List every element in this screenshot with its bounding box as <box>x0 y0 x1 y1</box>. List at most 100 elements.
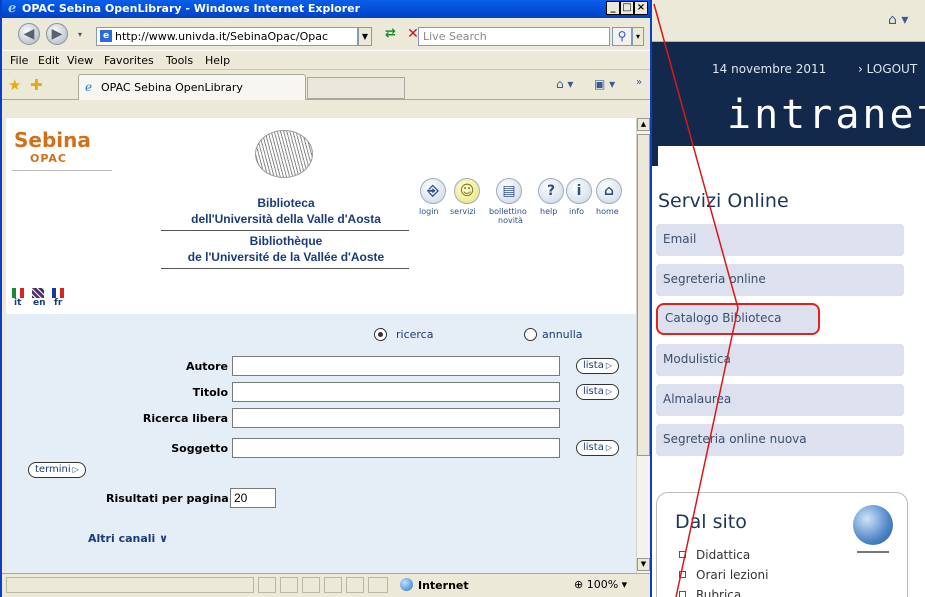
service-catalogo-biblioteca[interactable]: Catalogo Biblioteca <box>656 303 820 335</box>
history-dropdown-icon[interactable]: ▾ <box>78 30 82 39</box>
flag-fr-icon[interactable] <box>52 288 64 298</box>
soggetto-input[interactable] <box>232 438 560 458</box>
menu-bar: File Edit View Favorites Tools Help <box>2 50 650 70</box>
site-link-orari-lezioni[interactable]: Orari lezioni <box>679 565 768 585</box>
radio-ricerca[interactable] <box>374 328 387 341</box>
services-title: Servizi Online <box>658 190 789 212</box>
address-url: http://www.univda.it/SebinaOpac/Opac <box>115 30 329 43</box>
home-icon[interactable]: ⌂ ▾ <box>888 12 920 32</box>
info-icon[interactable]: i <box>566 178 592 204</box>
library-it-line2: dell'Università della Valle d'Aosta <box>191 212 381 226</box>
screen: ⌂ ▾ 14 novembre 2011 › LOGOUT intranet S… <box>0 0 925 597</box>
info-label[interactable]: info <box>569 207 584 216</box>
address-field[interactable]: e http://www.univda.it/SebinaOpac/Opac <box>96 27 358 46</box>
lang-it[interactable]: it <box>14 298 21 308</box>
help-icon[interactable]: ? <box>538 178 564 204</box>
autore-input[interactable] <box>232 356 560 376</box>
menu-help[interactable]: Help <box>205 54 230 67</box>
site-link-rubrica[interactable]: Rubrica <box>679 585 768 597</box>
status-text-pane <box>6 577 254 593</box>
risultati-input[interactable] <box>230 488 276 508</box>
status-pane <box>280 577 298 593</box>
home-nav-icon[interactable]: ⌂ <box>596 178 622 204</box>
lang-fr[interactable]: fr <box>54 298 62 308</box>
altri-canali-link[interactable]: Altri canali ∨ <box>88 532 168 545</box>
logout-link[interactable]: › LOGOUT <box>858 62 917 76</box>
lang-en[interactable]: en <box>33 298 46 308</box>
dal-sito-box: Dal sito Didattica Orari lezioni Rubrica <box>656 492 908 597</box>
banner-date: 14 novembre 2011 <box>712 62 827 76</box>
search-dropdown-icon[interactable]: ▾ <box>632 27 644 46</box>
titolo-input[interactable] <box>232 382 560 402</box>
forward-button[interactable]: ▶ <box>46 23 68 45</box>
refresh-icon[interactable]: ⇄ <box>385 26 403 46</box>
tab-page-icon: ℯ <box>85 80 93 94</box>
flag-it-icon[interactable] <box>12 288 24 298</box>
tab-opac[interactable]: ℯ OPAC Sebina OpenLibrary <box>78 74 306 100</box>
minimize-button[interactable]: _ <box>606 1 620 15</box>
login-icon[interactable]: ⎆ <box>420 178 446 204</box>
menu-tools[interactable]: Tools <box>166 54 193 67</box>
servizi-icon[interactable]: ☺ <box>454 178 480 204</box>
window-titlebar[interactable]: ℯ OPAC Sebina OpenLibrary - Windows Inte… <box>2 0 650 18</box>
feeds-icon[interactable]: ▣ ▾ <box>594 77 615 91</box>
close-button[interactable]: × <box>634 1 648 15</box>
help-label[interactable]: help <box>540 207 557 216</box>
scroll-up-icon[interactable]: ▲ <box>637 118 650 131</box>
library-divider-2 <box>161 268 409 269</box>
bollettino-icon[interactable]: ▤ <box>496 178 522 204</box>
maximize-button[interactable]: □ <box>620 1 634 15</box>
lista-autore-button[interactable]: lista ▷ <box>576 358 619 374</box>
radio-annulla-label[interactable]: annulla <box>542 328 583 341</box>
more-tools-icon[interactable]: » <box>636 77 642 88</box>
lista-titolo-button[interactable]: lista ▷ <box>576 384 619 400</box>
logo-rule <box>12 170 112 171</box>
vertical-scrollbar[interactable]: ▲ ▼ <box>636 118 650 573</box>
bollettino-label[interactable]: bollettino <box>489 207 527 216</box>
flag-en-icon[interactable] <box>32 288 44 298</box>
ricerca-libera-input[interactable] <box>232 408 560 428</box>
add-favorite-icon[interactable]: ✚ <box>30 76 43 94</box>
window-title: OPAC Sebina OpenLibrary - Windows Intern… <box>22 2 361 15</box>
favorites-star-icon[interactable]: ★ <box>8 76 21 94</box>
scroll-thumb[interactable] <box>637 134 650 456</box>
library-fr-line1: Bibliothèque <box>249 234 323 248</box>
sebina-logo[interactable]: Sebina OPAC <box>12 128 120 188</box>
site-link-didattica[interactable]: Didattica <box>679 545 768 565</box>
menu-file[interactable]: File <box>10 54 28 67</box>
service-segreteria-online-nuova[interactable]: Segreteria online nuova <box>656 424 904 456</box>
intranet-toolbar: ⌂ ▾ <box>652 0 925 42</box>
back-button[interactable]: ◀ <box>18 23 40 45</box>
novita-label[interactable]: novità <box>498 216 523 225</box>
intranet-banner: 14 novembre 2011 › LOGOUT intranet <box>652 42 925 146</box>
service-almalaurea[interactable]: Almalaurea <box>656 384 904 416</box>
new-tab-button[interactable] <box>307 77 405 99</box>
security-zone[interactable]: Internet <box>400 578 469 592</box>
dal-sito-title: Dal sito <box>675 511 747 533</box>
termini-button[interactable]: termini ▷ <box>28 462 86 478</box>
home-page-icon[interactable]: ⌂ ▾ <box>556 77 573 91</box>
menu-view[interactable]: View <box>67 54 93 67</box>
live-search-input[interactable]: Live Search <box>418 27 610 46</box>
library-fr-line2: de l'Université de la Vallée d'Aoste <box>187 250 385 264</box>
lista-soggetto-button[interactable]: lista ▷ <box>576 440 619 456</box>
home-label[interactable]: home <box>596 207 619 216</box>
tab-row: ★ ✚ ℯ OPAC Sebina OpenLibrary ⌂ ▾ ▣ ▾ » <box>2 70 650 100</box>
menu-favorites[interactable]: Favorites <box>104 54 154 67</box>
opac-page: Sebina OPAC Biblioteca dell'Università d… <box>6 118 636 573</box>
ie-window: ℯ OPAC Sebina OpenLibrary - Windows Inte… <box>0 0 652 597</box>
zoom-level[interactable]: ⊕ 100% ▾ <box>574 578 627 591</box>
radio-annulla[interactable] <box>524 328 537 341</box>
service-email[interactable]: Email <box>656 224 904 256</box>
page-icon: e <box>100 30 112 42</box>
scroll-down-icon[interactable]: ▼ <box>637 558 650 571</box>
service-segreteria-online[interactable]: Segreteria online <box>656 264 904 296</box>
tab-title: OPAC Sebina OpenLibrary <box>101 81 243 94</box>
service-modulistica[interactable]: Modulistica <box>656 344 904 376</box>
menu-edit[interactable]: Edit <box>38 54 59 67</box>
search-icon[interactable]: ⚲ <box>612 27 632 46</box>
login-label[interactable]: login <box>419 207 439 216</box>
radio-ricerca-label[interactable]: ricerca <box>396 328 433 341</box>
servizi-label[interactable]: servizi <box>450 207 476 216</box>
address-dropdown-icon[interactable]: ▼ <box>358 27 372 46</box>
